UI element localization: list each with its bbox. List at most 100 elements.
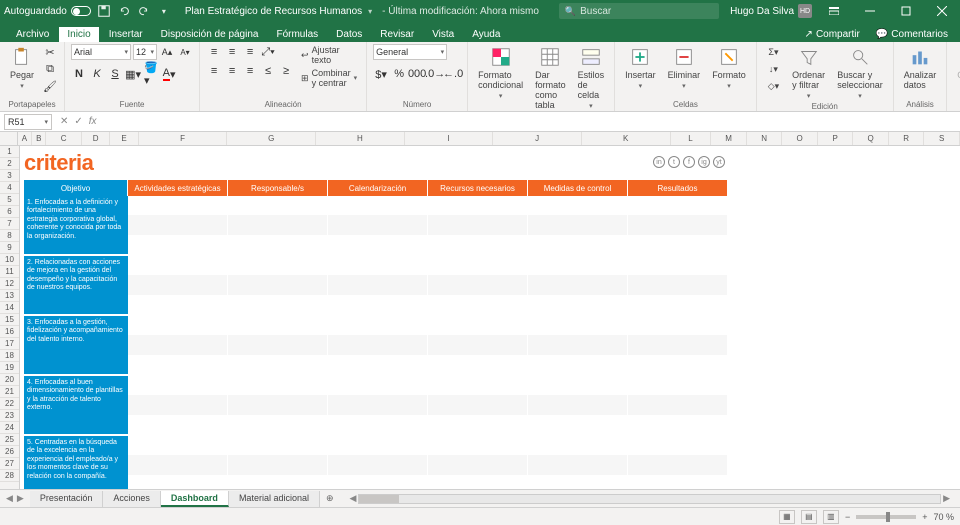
col-header[interactable]: J [493,132,582,145]
indent-inc-icon[interactable]: ≥ [278,63,294,79]
data-cell[interactable] [628,395,728,414]
user-account[interactable]: Hugo Da Silva HD [730,4,812,18]
data-cell[interactable] [428,355,528,374]
row-header[interactable]: 22 [0,398,19,410]
data-cell[interactable] [328,316,428,335]
data-cell[interactable] [128,436,228,455]
col-header[interactable]: M [711,132,747,145]
data-cell[interactable] [428,316,528,335]
data-cell[interactable] [428,415,528,434]
copy-icon[interactable]: ⧉ [42,61,58,77]
data-cell[interactable] [128,196,228,215]
sheet-tab[interactable]: Dashboard [161,491,229,507]
tab-nav-next-icon[interactable]: ▶ [17,493,24,504]
decrease-font-icon[interactable]: A▾ [177,44,193,60]
tab-review[interactable]: Revisar [372,27,422,42]
data-cell[interactable] [128,235,228,254]
data-cell[interactable] [428,475,528,489]
data-cell[interactable] [628,475,728,489]
sheet-tab[interactable]: Acciones [103,491,161,507]
paste-button[interactable]: Pegar ▾ [6,44,38,92]
tab-data[interactable]: Datos [328,27,370,42]
data-cell[interactable] [228,316,328,335]
data-cell[interactable] [228,235,328,254]
row-header[interactable]: 16 [0,326,19,338]
row-header[interactable]: 14 [0,302,19,314]
col-header[interactable]: S [924,132,960,145]
sheet-tab[interactable]: Presentación [30,491,104,507]
row-header[interactable]: 18 [0,350,19,362]
objective-cell[interactable]: 2. Relacionadas con acciones de mejora e… [24,256,128,314]
data-cell[interactable] [628,196,728,215]
data-cell[interactable] [128,335,228,354]
data-cell[interactable] [528,436,628,455]
data-cell[interactable] [528,295,628,314]
wrap-text-button[interactable]: ↩Ajustar texto [298,44,360,66]
comma-icon[interactable]: 000 [409,66,425,82]
row-header[interactable]: 13 [0,290,19,302]
search-box[interactable]: 🔍 Buscar [559,3,719,19]
data-cell[interactable] [628,235,728,254]
tab-nav-prev-icon[interactable]: ◀ [6,493,13,504]
row-header[interactable]: 11 [0,266,19,278]
format-as-table-button[interactable]: Dar formato como tabla▾ [531,44,570,122]
row-header[interactable]: 20 [0,374,19,386]
data-cell[interactable] [628,335,728,354]
data-cell[interactable] [328,376,428,395]
data-cell[interactable] [528,235,628,254]
tab-help[interactable]: Ayuda [464,27,508,42]
data-cell[interactable] [628,376,728,395]
data-cell[interactable] [428,256,528,275]
indent-dec-icon[interactable]: ≤ [260,63,276,79]
data-cell[interactable] [228,395,328,414]
data-cell[interactable] [128,295,228,314]
data-cell[interactable] [228,455,328,474]
format-painter-icon[interactable]: 🖌 [42,78,58,94]
number-format-combo[interactable]: General▾ [373,44,447,60]
font-name-combo[interactable]: Arial▾ [71,44,131,60]
row-header[interactable]: 28 [0,470,19,482]
zoom-level[interactable]: 70 % [933,512,954,522]
tab-formulas[interactable]: Fórmulas [268,27,326,42]
row-header[interactable]: 26 [0,446,19,458]
bold-button[interactable]: N [71,66,87,82]
row-header[interactable]: 23 [0,410,19,422]
data-cell[interactable] [528,376,628,395]
col-header[interactable]: C [46,132,82,145]
row-header[interactable]: 4 [0,182,19,194]
data-cell[interactable] [528,415,628,434]
minimize-icon[interactable] [856,2,884,20]
col-header[interactable]: B [32,132,46,145]
data-cell[interactable] [228,295,328,314]
conditional-formatting-button[interactable]: Formato condicional▾ [474,44,527,102]
data-cell[interactable] [128,455,228,474]
row-header[interactable]: 24 [0,422,19,434]
align-right-icon[interactable]: ≡ [242,63,258,79]
data-cell[interactable] [328,475,428,489]
delete-cells-button[interactable]: Eliminar▾ [664,44,705,92]
data-cell[interactable] [528,355,628,374]
data-cell[interactable] [128,256,228,275]
data-cell[interactable] [628,295,728,314]
italic-button[interactable]: K [89,66,105,82]
data-cell[interactable] [528,196,628,215]
col-header[interactable]: A [18,132,32,145]
inc-decimal-icon[interactable]: .0→ [427,66,443,82]
name-box[interactable]: R51▾ [4,114,52,130]
row-header[interactable]: 21 [0,386,19,398]
objective-cell[interactable]: 4. Enfocadas al buen dimensionamiento de… [24,376,128,434]
data-cell[interactable] [228,355,328,374]
dropdown-icon[interactable]: ▾ [368,7,372,16]
find-select-button[interactable]: Buscar y seleccionar▾ [833,44,887,102]
normal-view-icon[interactable]: ▦ [779,510,795,524]
col-header[interactable]: D [82,132,110,145]
data-cell[interactable] [328,335,428,354]
data-cell[interactable] [128,395,228,414]
col-header[interactable]: O [782,132,818,145]
data-cell[interactable] [428,215,528,234]
currency-icon[interactable]: $▾ [373,66,389,82]
row-header[interactable]: 27 [0,458,19,470]
data-cell[interactable] [628,436,728,455]
data-cell[interactable] [228,215,328,234]
font-color-icon[interactable]: A▾ [161,66,177,82]
